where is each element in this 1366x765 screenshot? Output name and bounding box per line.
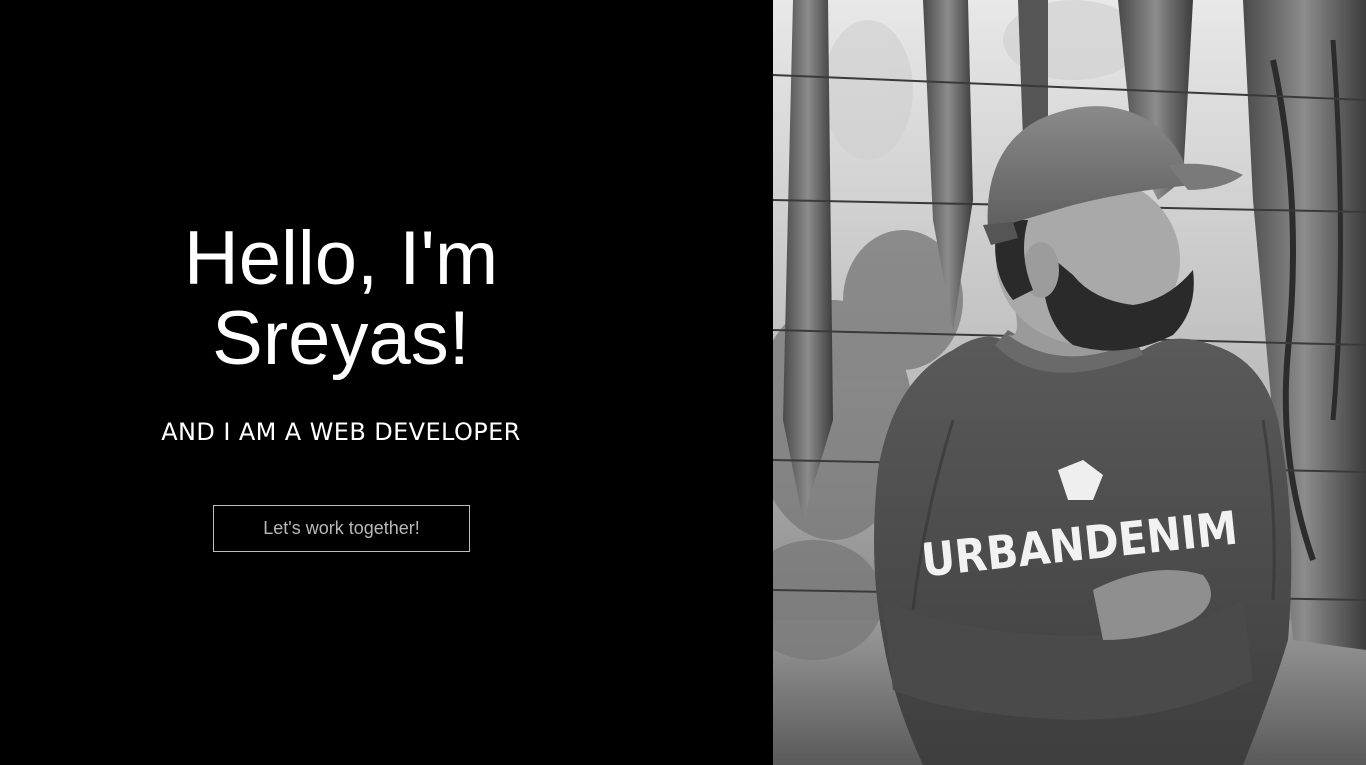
portrait-section: URBANDENIM: [773, 0, 1366, 765]
hero-greeting-line2: Sreyas!: [212, 296, 470, 381]
portrait-photo-icon: URBANDENIM: [773, 0, 1366, 765]
hero-title: Hello, I'm Sreyas!: [0, 219, 682, 379]
hero-section: Hello, I'm Sreyas! AND I AM A WEB DEVELO…: [0, 0, 773, 765]
work-together-button[interactable]: Let's work together!: [213, 505, 470, 552]
hero-greeting-line1: Hello, I'm: [183, 216, 499, 301]
hero-subtitle: AND I AM A WEB DEVELOPER: [161, 418, 521, 446]
page: Hello, I'm Sreyas! AND I AM A WEB DEVELO…: [0, 0, 1366, 765]
